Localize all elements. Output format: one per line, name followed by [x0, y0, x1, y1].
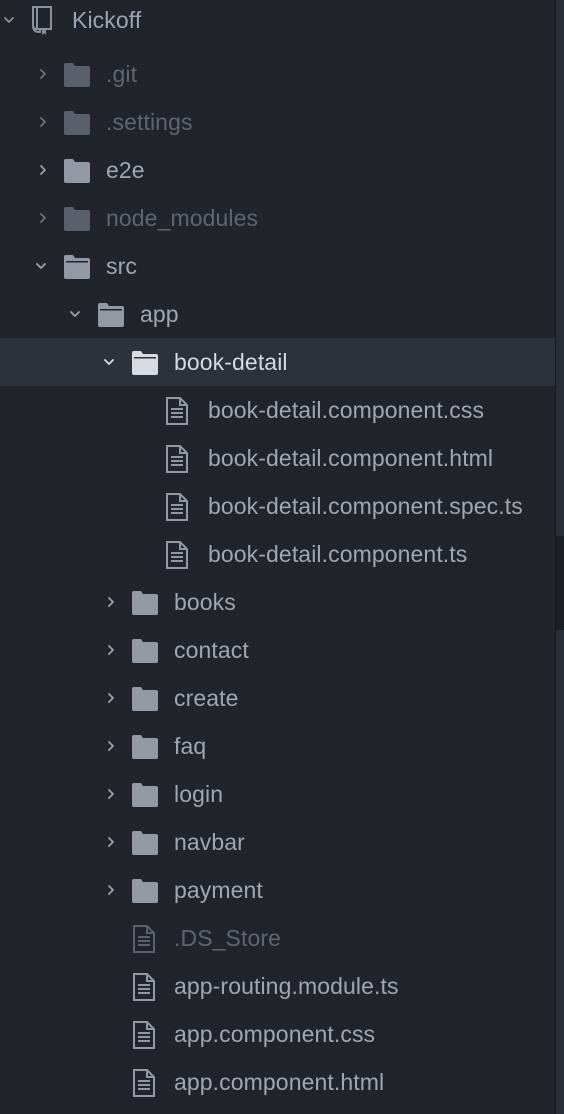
- folder-open-icon: [63, 254, 91, 280]
- tree-item-label: .settings: [106, 109, 193, 135]
- file-text-icon: [165, 541, 189, 569]
- tree-item-e2e-folder[interactable]: e2e: [0, 146, 556, 194]
- project-root[interactable]: Kickoff: [0, 0, 556, 44]
- tree-item-label: faq: [174, 733, 207, 759]
- tree-item-label: navbar: [174, 829, 245, 855]
- tree-item-node-modules-folder[interactable]: node_modules: [0, 194, 556, 242]
- tree-item-file[interactable]: book-detail.component.html: [0, 434, 556, 482]
- tree-item-label: book-detail.component.css: [208, 397, 485, 423]
- folder-open-icon: [131, 350, 159, 376]
- tree-item-label: create: [174, 685, 239, 711]
- tree-view-panel: Kickoff .git .settings e2e node_modules …: [0, 0, 564, 1114]
- tree-item-file[interactable]: app.component.html: [0, 1058, 556, 1106]
- tree-item-label: book-detail.component.spec.ts: [208, 493, 523, 519]
- folder-icon: [131, 830, 159, 856]
- project-name: Kickoff: [72, 7, 142, 33]
- chevron-right-icon[interactable]: [38, 165, 48, 175]
- file-text-icon: [132, 925, 156, 953]
- tree-item-file[interactable]: book-detail.component.css: [0, 386, 556, 434]
- tree-item-label: book-detail.component.html: [208, 445, 494, 471]
- tree-item-file[interactable]: app-routing.module.ts: [0, 962, 556, 1010]
- tree-item-label: .DS_Store: [174, 925, 282, 951]
- tree-item-git-folder[interactable]: .git: [0, 50, 556, 98]
- tree-item-payment-folder[interactable]: payment: [0, 866, 556, 914]
- chevron-right-icon[interactable]: [38, 213, 48, 223]
- chevron-right-icon[interactable]: [106, 645, 116, 655]
- chevron-right-icon[interactable]: [106, 741, 116, 751]
- tree-item-file[interactable]: book-detail.component.spec.ts: [0, 482, 556, 530]
- tree-item-label: src: [106, 253, 137, 279]
- folder-icon: [63, 206, 91, 232]
- tree-item-label: login: [174, 781, 224, 807]
- tree-item-label: app-routing.module.ts: [174, 973, 399, 999]
- tree-item-label: app.component.css: [174, 1021, 376, 1047]
- folder-icon: [63, 110, 91, 136]
- folder-icon: [131, 590, 159, 616]
- chevron-down-icon[interactable]: [36, 261, 46, 271]
- tree-item-label: e2e: [106, 157, 145, 183]
- tree-item-settings-folder[interactable]: .settings: [0, 98, 556, 146]
- chevron-right-icon[interactable]: [38, 69, 48, 79]
- tree-item-label: app: [140, 301, 179, 327]
- chevron-right-icon[interactable]: [106, 789, 116, 799]
- tree-item-contact-folder[interactable]: contact: [0, 626, 556, 674]
- tree-item-label: book-detail.component.ts: [208, 541, 468, 567]
- tree-item-label: books: [174, 589, 236, 615]
- tree-item-label: app.component.html: [174, 1069, 385, 1095]
- chevron-down-icon[interactable]: [4, 15, 14, 25]
- tree-item-file[interactable]: .DS_Store: [0, 914, 556, 962]
- tree-item-label: contact: [174, 637, 249, 663]
- file-text-icon: [165, 493, 189, 521]
- tree-item-label: payment: [174, 877, 263, 903]
- tree-item-file[interactable]: book-detail.component.ts: [0, 530, 556, 578]
- tree-item-navbar-folder[interactable]: navbar: [0, 818, 556, 866]
- chevron-right-icon[interactable]: [38, 117, 48, 127]
- folder-icon: [63, 158, 91, 184]
- folder-icon: [131, 878, 159, 904]
- tree-item-app-folder[interactable]: app: [0, 290, 556, 338]
- folder-icon: [131, 686, 159, 712]
- file-text-icon: [132, 1069, 156, 1097]
- tree-item-label: book-detail: [174, 349, 288, 375]
- tree-item-book-detail-folder[interactable]: book-detail: [0, 338, 556, 386]
- chevron-right-icon[interactable]: [106, 885, 116, 895]
- chevron-down-icon[interactable]: [104, 357, 114, 367]
- folder-icon: [131, 638, 159, 664]
- folder-icon: [63, 62, 91, 88]
- tree-item-faq-folder[interactable]: faq: [0, 722, 556, 770]
- file-text-icon: [132, 1021, 156, 1049]
- tree-item-books-folder[interactable]: books: [0, 578, 556, 626]
- file-text-icon: [132, 973, 156, 1001]
- folder-icon: [131, 734, 159, 760]
- folder-icon: [131, 782, 159, 808]
- tree-item-create-folder[interactable]: create: [0, 674, 556, 722]
- folder-open-icon: [97, 302, 125, 328]
- scrollbar-thumb-lower[interactable]: [556, 630, 564, 1114]
- tree-item-label: .git: [106, 61, 138, 87]
- repo-book-icon: [30, 5, 56, 35]
- scrollbar-thumb[interactable]: [556, 0, 564, 536]
- chevron-down-icon[interactable]: [70, 309, 80, 319]
- tree-item-login-folder[interactable]: login: [0, 770, 556, 818]
- chevron-right-icon[interactable]: [106, 597, 116, 607]
- tree-item-src-folder[interactable]: src: [0, 242, 556, 290]
- tree-item-label: node_modules: [106, 205, 259, 231]
- tree-item-file[interactable]: app.component.css: [0, 1010, 556, 1058]
- chevron-right-icon[interactable]: [106, 837, 116, 847]
- chevron-right-icon[interactable]: [106, 693, 116, 703]
- file-text-icon: [165, 397, 189, 425]
- file-text-icon: [165, 445, 189, 473]
